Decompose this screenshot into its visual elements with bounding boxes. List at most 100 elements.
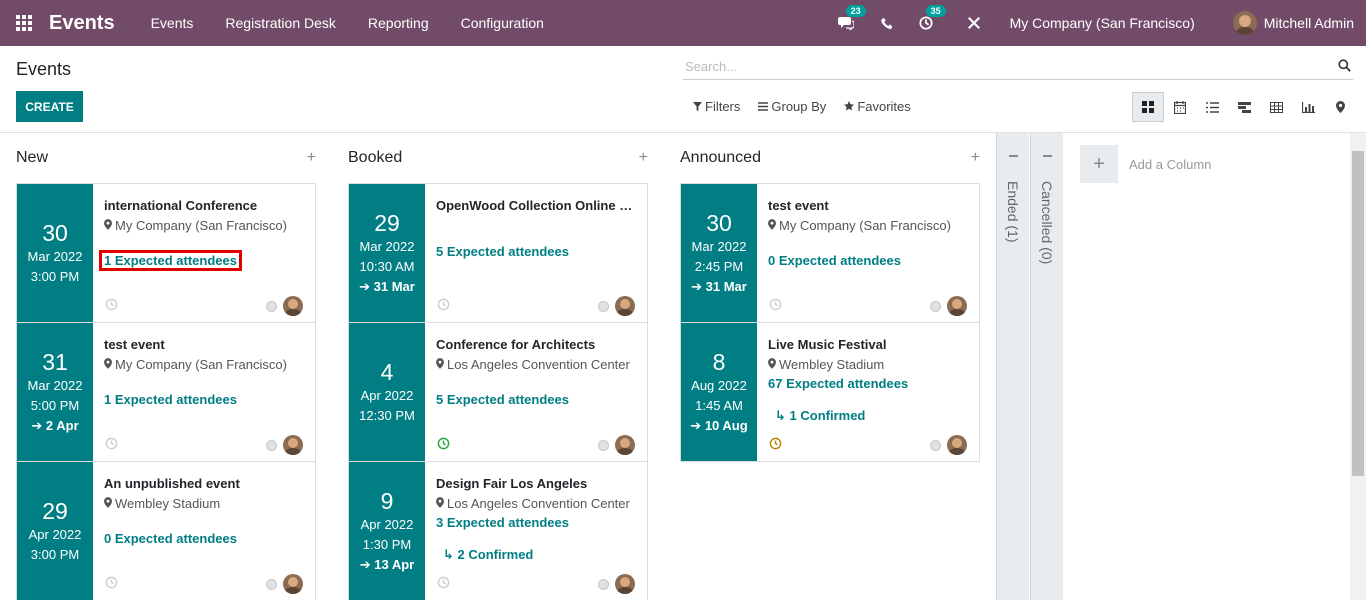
responsible-avatar[interactable] bbox=[947, 296, 967, 316]
column-title[interactable]: New bbox=[16, 149, 48, 167]
column-header: Booked + bbox=[348, 147, 648, 169]
plus-icon[interactable]: + bbox=[1080, 145, 1118, 183]
kanban-state-dot[interactable] bbox=[930, 439, 941, 451]
phone-icon[interactable] bbox=[878, 13, 898, 33]
kanban-state-dot[interactable] bbox=[598, 578, 609, 590]
expected-attendees-link[interactable]: 1 Expected attendees bbox=[99, 250, 242, 271]
list-view-button[interactable] bbox=[1196, 92, 1228, 122]
search-input[interactable] bbox=[683, 54, 1323, 78]
pivot-view-button[interactable] bbox=[1260, 92, 1292, 122]
card-footer-right bbox=[266, 296, 303, 316]
confirmed-attendees[interactable]: ↳ 1 Confirmed bbox=[775, 408, 865, 424]
search-icon[interactable] bbox=[1338, 59, 1351, 75]
menu-reporting[interactable]: Reporting bbox=[352, 15, 445, 31]
event-card[interactable]: 29 Apr 2022 3:00 PM An unpublished event Wem… bbox=[16, 461, 316, 600]
event-location-text: Los Angeles Convention Center bbox=[447, 357, 630, 372]
search-bar bbox=[683, 54, 1353, 80]
responsible-avatar[interactable] bbox=[283, 435, 303, 455]
responsible-avatar[interactable] bbox=[283, 296, 303, 316]
event-card-body: Conference for Architects Los Angeles Con… bbox=[425, 323, 647, 461]
responsible-avatar[interactable] bbox=[615, 296, 635, 316]
event-card-body: international Conference My Company (San … bbox=[93, 184, 315, 322]
quick-create-plus-icon[interactable]: + bbox=[639, 149, 648, 167]
map-marker-icon bbox=[104, 357, 112, 372]
activity-clock-icon[interactable] bbox=[437, 437, 450, 453]
activity-clock-icon[interactable] bbox=[437, 576, 450, 592]
kanban-state-dot[interactable] bbox=[930, 300, 941, 312]
responsible-avatar[interactable] bbox=[947, 435, 967, 455]
folded-column-ended[interactable]: Ended (1) bbox=[996, 133, 1029, 600]
app-brand[interactable]: Events bbox=[49, 12, 115, 35]
card-footer-right bbox=[598, 435, 635, 455]
activity-clock-icon[interactable] bbox=[105, 298, 118, 314]
event-card[interactable]: 4 Apr 2022 12:30 PM Conference for Architec… bbox=[348, 322, 648, 462]
event-card[interactable]: 29 Mar 2022 10:30 AM ➔ 31 Mar OpenWood Colle… bbox=[348, 183, 648, 323]
quick-create-plus-icon[interactable]: + bbox=[307, 149, 316, 167]
kanban-state-dot[interactable] bbox=[266, 300, 277, 312]
event-card-body: OpenWood Collection Online Re... 5 Expect… bbox=[425, 184, 647, 322]
event-end-value: 31 Mar bbox=[373, 279, 415, 294]
map-view-button[interactable] bbox=[1324, 92, 1356, 122]
kanban-state-dot[interactable] bbox=[266, 578, 277, 590]
event-card[interactable]: 30 Mar 2022 3:00 PM international Conferenc… bbox=[16, 183, 316, 323]
filters-toggle[interactable]: Filters bbox=[693, 99, 740, 114]
expected-attendees-link[interactable]: 0 Expected attendees bbox=[768, 253, 901, 268]
reply-arrow-icon: ↳ bbox=[443, 547, 454, 562]
expected-attendees-link[interactable]: 67 Expected attendees bbox=[768, 376, 908, 391]
scrollbar-thumb[interactable] bbox=[1352, 151, 1364, 476]
responsible-avatar[interactable] bbox=[615, 435, 635, 455]
event-card[interactable]: 9 Apr 2022 1:30 PM ➔ 13 Apr Design Fair Los … bbox=[348, 461, 648, 600]
favorites-toggle[interactable]: Favorites bbox=[844, 99, 911, 114]
graph-view-button[interactable] bbox=[1292, 92, 1324, 122]
user-avatar[interactable] bbox=[1232, 11, 1257, 35]
column-title[interactable]: Booked bbox=[348, 149, 402, 167]
activity-clock-icon[interactable] bbox=[437, 298, 450, 314]
kanban-state-dot[interactable] bbox=[598, 439, 609, 451]
menu-registration-desk[interactable]: Registration Desk bbox=[209, 15, 352, 31]
event-time: 5:00 PM bbox=[30, 398, 80, 413]
event-card[interactable]: 31 Mar 2022 5:00 PM ➔ 2 Apr test event My Com… bbox=[16, 322, 316, 462]
create-button[interactable]: CREATE bbox=[16, 91, 83, 122]
kanban-board: New +30 Mar 2022 3:00 PM international Confe… bbox=[0, 133, 1350, 600]
add-column-label[interactable]: Add a Column bbox=[1129, 157, 1211, 172]
responsible-avatar[interactable] bbox=[283, 574, 303, 594]
messages-icon[interactable]: 23 bbox=[836, 5, 866, 33]
apps-menu-icon[interactable] bbox=[16, 15, 34, 31]
activity-clock-icon[interactable] bbox=[105, 576, 118, 592]
responsible-avatar[interactable] bbox=[615, 574, 635, 594]
column-title[interactable]: Announced bbox=[680, 149, 761, 167]
kanban-view-button[interactable] bbox=[1132, 92, 1164, 122]
kanban-state-dot[interactable] bbox=[266, 439, 277, 451]
user-menu[interactable]: Mitchell Admin bbox=[1264, 15, 1354, 31]
activities-icon[interactable]: 35 bbox=[916, 5, 946, 33]
expected-attendees-link[interactable]: 3 Expected attendees bbox=[436, 515, 569, 530]
kanban-state-dot[interactable] bbox=[598, 300, 609, 312]
expected-attendees-link[interactable]: 5 Expected attendees bbox=[436, 244, 569, 259]
gantt-icon bbox=[1237, 101, 1251, 113]
activity-clock-icon[interactable] bbox=[769, 298, 782, 314]
quick-create-plus-icon[interactable]: + bbox=[971, 149, 980, 167]
event-name: An unpublished event bbox=[104, 476, 240, 491]
event-card[interactable]: 30 Mar 2022 2:45 PM ➔ 31 Mar test event My Co… bbox=[680, 183, 980, 323]
vertical-scrollbar[interactable] bbox=[1350, 133, 1366, 600]
add-column[interactable]: + Add a Column bbox=[1080, 145, 1211, 183]
event-day: 4 bbox=[380, 359, 394, 385]
event-month: Aug 2022 bbox=[691, 378, 747, 393]
view-switcher bbox=[1132, 92, 1356, 122]
activity-clock-icon[interactable] bbox=[769, 437, 782, 453]
expected-attendees-link[interactable]: 1 Expected attendees bbox=[104, 392, 237, 407]
event-name: OpenWood Collection Online Re... bbox=[436, 198, 636, 213]
event-card[interactable]: 8 Aug 2022 1:45 AM ➔ 10 Aug Live Music Festi… bbox=[680, 322, 980, 462]
activity-clock-icon[interactable] bbox=[105, 437, 118, 453]
menu-events[interactable]: Events bbox=[135, 15, 210, 31]
expected-attendees-link[interactable]: 5 Expected attendees bbox=[436, 392, 569, 407]
gantt-view-button[interactable] bbox=[1228, 92, 1260, 122]
calendar-view-button[interactable] bbox=[1164, 92, 1196, 122]
confirmed-attendees[interactable]: ↳ 2 Confirmed bbox=[443, 547, 533, 563]
expected-attendees-link[interactable]: 0 Expected attendees bbox=[104, 531, 237, 546]
folded-column-cancelled[interactable]: Cancelled (0) bbox=[1030, 133, 1063, 600]
debug-tools-icon[interactable] bbox=[964, 13, 984, 33]
company-switcher[interactable]: My Company (San Francisco) bbox=[1010, 15, 1195, 31]
menu-configuration[interactable]: Configuration bbox=[445, 15, 560, 31]
groupby-toggle[interactable]: Group By bbox=[758, 99, 826, 114]
